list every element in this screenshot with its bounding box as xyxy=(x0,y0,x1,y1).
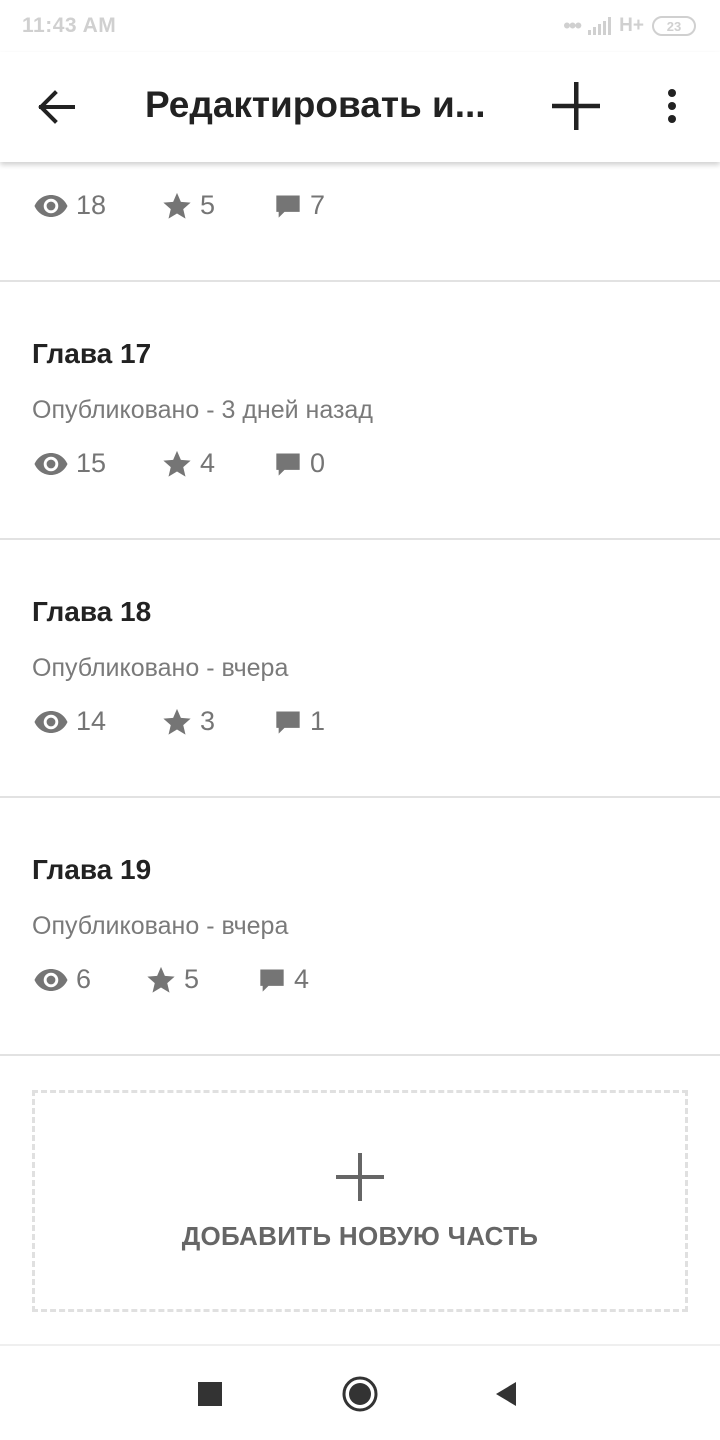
votes-stat: 4 xyxy=(162,448,274,479)
votes-count: 4 xyxy=(200,448,216,478)
more-vert-icon xyxy=(668,89,676,123)
views-count: 18 xyxy=(76,190,107,220)
status-icons: ••• H+ 23 xyxy=(563,15,696,37)
comments-count: 0 xyxy=(310,448,326,478)
views-stat: 15 xyxy=(34,448,162,479)
comment-icon xyxy=(260,969,284,992)
part-title: Глава 17 xyxy=(32,338,152,369)
star-icon xyxy=(163,708,191,735)
star-icon xyxy=(147,966,175,993)
part-title: Глава 18 xyxy=(32,596,152,627)
signal-icon xyxy=(588,17,612,35)
triangle-back-icon xyxy=(496,1382,516,1406)
part-stats: 15 4 0 xyxy=(34,448,325,479)
star-icon xyxy=(163,450,191,477)
network-type: H+ xyxy=(619,15,644,36)
status-bar: 11:43 AM ••• H+ 23 xyxy=(0,0,720,52)
notification-dots-icon: ••• xyxy=(563,13,582,38)
home-button[interactable] xyxy=(332,1366,388,1422)
views-count: 15 xyxy=(76,448,107,478)
comments-count: 1 xyxy=(310,706,326,736)
circle-icon xyxy=(342,1376,378,1412)
views-count: 6 xyxy=(76,964,92,994)
square-icon xyxy=(198,1382,222,1406)
add-new-part-button[interactable]: ДОБАВИТЬ НОВУЮ ЧАСТЬ xyxy=(32,1090,688,1312)
plus-icon xyxy=(336,1152,384,1201)
votes-count: 3 xyxy=(200,706,216,736)
views-count: 14 xyxy=(76,706,107,736)
votes-stat: 3 xyxy=(162,706,274,737)
eye-icon xyxy=(34,194,68,217)
views-stat: 6 xyxy=(34,964,146,995)
views-stat: 14 xyxy=(34,706,162,737)
part-status: Опубликовано - вчера xyxy=(32,654,289,682)
part-stats: 14 3 1 xyxy=(34,706,325,737)
comments-count: 4 xyxy=(294,964,310,994)
back-nav-button[interactable] xyxy=(478,1366,534,1422)
arrow-left-icon xyxy=(38,90,75,124)
part-item[interactable]: Глава 19 Опубликовано - вчера 6 5 4 xyxy=(0,798,720,1056)
comments-stat: 7 xyxy=(274,190,325,221)
part-item[interactable]: Глава 18 Опубликовано - вчера 14 3 1 xyxy=(0,540,720,798)
plus-icon xyxy=(552,82,600,130)
comment-icon xyxy=(276,453,300,476)
system-nav-bar xyxy=(0,1344,720,1440)
battery-icon: 23 xyxy=(652,16,696,36)
star-icon xyxy=(163,192,191,219)
add-new-part-label: ДОБАВИТЬ НОВУЮ ЧАСТЬ xyxy=(181,1220,539,1251)
eye-icon xyxy=(34,710,68,733)
part-title: Глава 19 xyxy=(32,854,152,885)
more-options-button[interactable] xyxy=(650,76,694,136)
screen: 18 5 7 Глава 17 Опубликовано - 3 дней на… xyxy=(0,0,720,1440)
eye-icon xyxy=(34,968,68,991)
part-status: Опубликовано - вчера xyxy=(32,912,289,940)
part-stats: 18 5 7 xyxy=(34,190,325,221)
recents-button[interactable] xyxy=(182,1366,238,1422)
app-bar: Редактировать и... xyxy=(0,52,720,162)
status-time: 11:43 AM xyxy=(22,14,117,37)
votes-stat: 5 xyxy=(162,190,274,221)
eye-icon xyxy=(34,452,68,475)
part-item[interactable]: Глава 17 Опубликовано - 3 дней назад 15 … xyxy=(0,282,720,540)
part-stats: 6 5 4 xyxy=(34,964,309,995)
views-stat: 18 xyxy=(34,190,162,221)
comments-stat: 0 xyxy=(274,448,325,479)
comments-stat: 1 xyxy=(274,706,325,737)
votes-stat: 5 xyxy=(146,964,258,995)
back-button[interactable] xyxy=(26,80,86,134)
comments-count: 7 xyxy=(310,190,326,220)
page-title: Редактировать и... xyxy=(145,84,486,125)
parts-list[interactable]: 18 5 7 Глава 17 Опубликовано - 3 дней на… xyxy=(0,24,720,1056)
comments-stat: 4 xyxy=(258,964,309,995)
part-status: Опубликовано - 3 дней назад xyxy=(32,396,373,424)
votes-count: 5 xyxy=(200,190,216,220)
add-button[interactable] xyxy=(546,76,606,136)
comment-icon xyxy=(276,711,300,734)
votes-count: 5 xyxy=(184,964,200,994)
comment-icon xyxy=(276,195,300,218)
